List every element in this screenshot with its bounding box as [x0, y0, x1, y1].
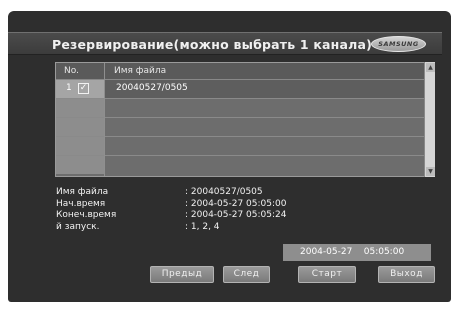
- file-table: No. Имя файла 1 ✓ 20040527/0505: [55, 62, 426, 177]
- info-values: : 20040527/0505 : 2004-05-27 05:05:00 : …: [185, 187, 286, 233]
- info-value-filename: : 20040527/0505: [185, 187, 263, 197]
- info-label-end-time: Конеч.время: [56, 210, 117, 220]
- row-filename: 20040527/0505: [116, 83, 188, 93]
- table-header: No. Имя файла: [56, 63, 426, 80]
- scroll-up-arrow-icon[interactable]: ▲: [426, 63, 435, 72]
- info-value-start-time: : 2004-05-27 05:05:00: [185, 198, 287, 209]
- column-header-filename: Имя файла: [114, 66, 167, 76]
- table-row[interactable]: 1 ✓ 20040527/0505: [56, 80, 426, 99]
- row-number-cell: [56, 118, 104, 136]
- table-row-empty[interactable]: [56, 137, 426, 156]
- row-number: 1: [66, 83, 72, 93]
- row-checkbox[interactable]: ✓: [78, 83, 89, 94]
- info-label-filename: Имя файла: [56, 187, 109, 197]
- samsung-logo: SAMSUNG: [371, 36, 426, 52]
- current-datetime: 2004-05-27 05:05:00: [283, 244, 431, 261]
- page-title: Резервирование(можно выбрать 1 канала): [52, 37, 373, 52]
- column-header-no: No.: [64, 66, 79, 76]
- column-divider: [104, 63, 105, 176]
- info-value-end-time: : 2004-05-27 05:05:24: [185, 210, 287, 220]
- row-number-cell: [56, 99, 104, 117]
- table-scrollbar[interactable]: ▲ ▼: [424, 62, 435, 177]
- table-row-empty[interactable]: [56, 118, 426, 137]
- row-number-cell: [56, 137, 104, 155]
- info-value-launch: : 1, 2, 4: [185, 221, 220, 232]
- info-label-launch: й запуск.: [56, 221, 100, 232]
- start-button[interactable]: Старт: [298, 266, 356, 283]
- next-button[interactable]: След: [223, 266, 270, 283]
- row-number-cell: [56, 156, 104, 174]
- info-labels: Имя файла Нач.время Конеч.время й запуск…: [56, 187, 116, 233]
- table-row-empty[interactable]: [56, 99, 426, 118]
- scroll-down-arrow-icon[interactable]: ▼: [426, 167, 435, 176]
- exit-button[interactable]: Выход: [378, 266, 435, 283]
- info-label-start-time: Нач.время: [56, 198, 106, 209]
- table-row-empty[interactable]: [56, 156, 426, 175]
- prev-button[interactable]: Предыд: [150, 266, 214, 283]
